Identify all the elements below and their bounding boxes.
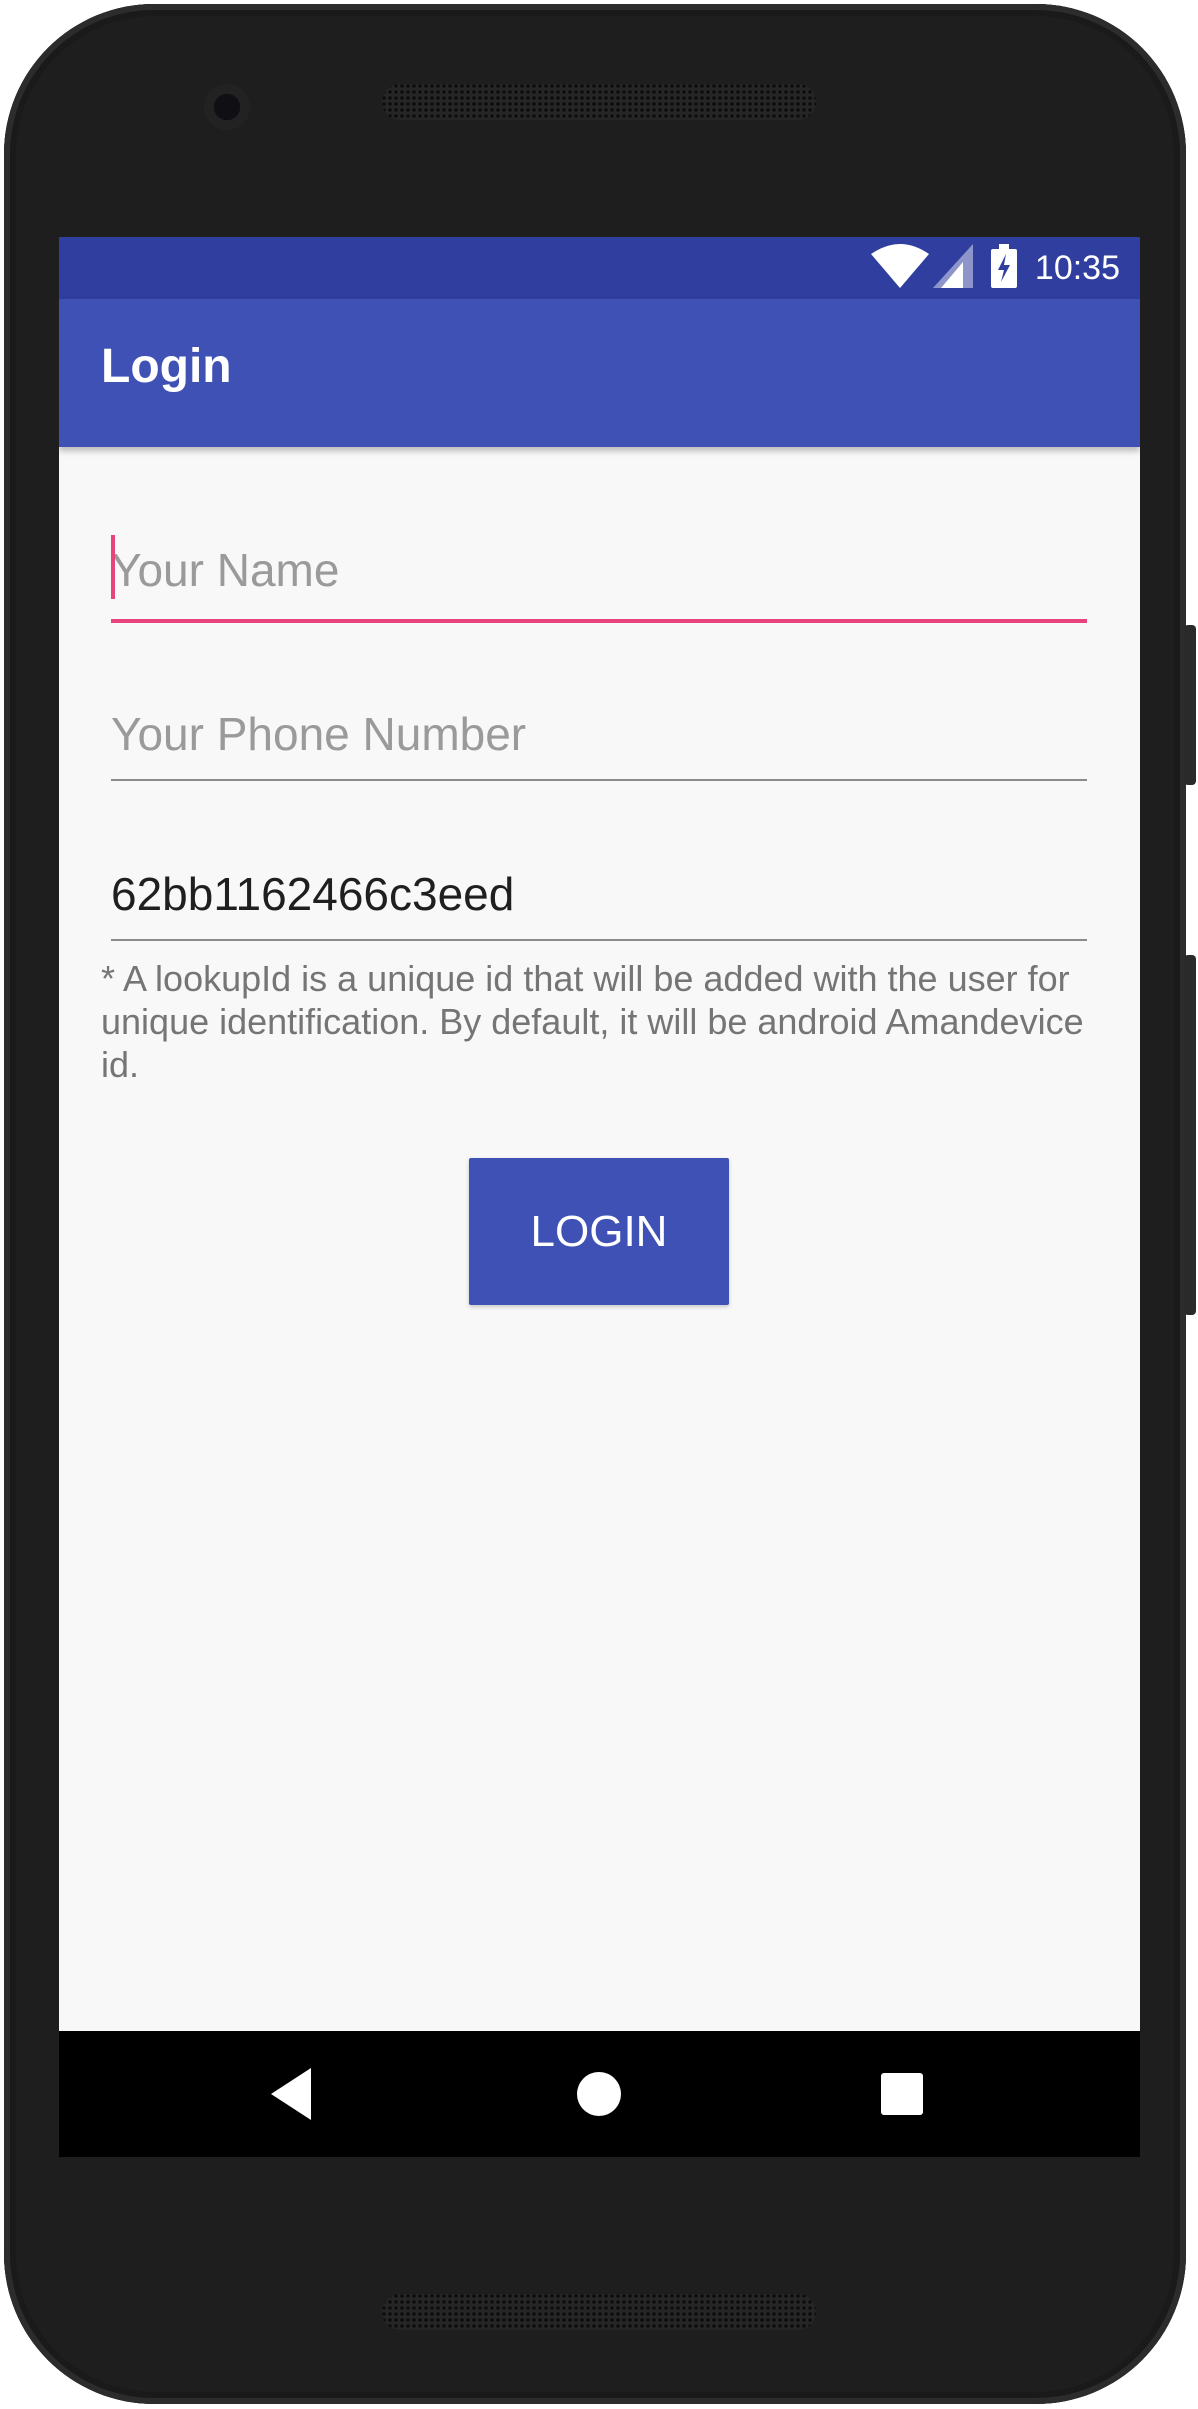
app-bar: Login	[59, 299, 1140, 447]
earpiece-speaker	[382, 84, 816, 120]
back-icon	[271, 2068, 311, 2120]
lookup-id-field[interactable]	[111, 867, 1087, 941]
phone-input[interactable]	[111, 707, 1087, 767]
power-key	[1184, 625, 1196, 785]
wifi-icon	[870, 244, 929, 292]
cell-signal-icon	[932, 244, 973, 292]
status-bar: 10:35	[59, 237, 1140, 299]
page-title: Login	[101, 340, 232, 393]
recents-icon	[881, 2073, 923, 2115]
navigation-bar	[59, 2031, 1140, 2157]
battery-charging-icon	[990, 244, 1017, 292]
screen: 10:35 Login * A lookupId is a unique id …	[59, 237, 1140, 2157]
home-button[interactable]	[524, 2031, 674, 2157]
front-camera	[204, 84, 250, 130]
name-input[interactable]	[111, 543, 1087, 603]
lookup-id-input[interactable]	[111, 867, 1087, 927]
recents-button[interactable]	[827, 2031, 977, 2157]
phone-field[interactable]	[111, 707, 1087, 781]
name-field[interactable]	[111, 535, 1087, 623]
bottom-speaker	[382, 2294, 816, 2330]
login-button[interactable]: LOGIN	[469, 1158, 729, 1305]
status-time: 10:35	[1034, 248, 1120, 287]
back-button[interactable]	[219, 2031, 369, 2157]
home-icon	[577, 2072, 621, 2116]
phone-frame: 10:35 Login * A lookupId is a unique id …	[4, 4, 1186, 2404]
lookup-id-hint: * A lookupId is a unique id that will be…	[101, 958, 1084, 1085]
text-cursor	[111, 535, 115, 599]
volume-keys	[1184, 955, 1196, 1315]
